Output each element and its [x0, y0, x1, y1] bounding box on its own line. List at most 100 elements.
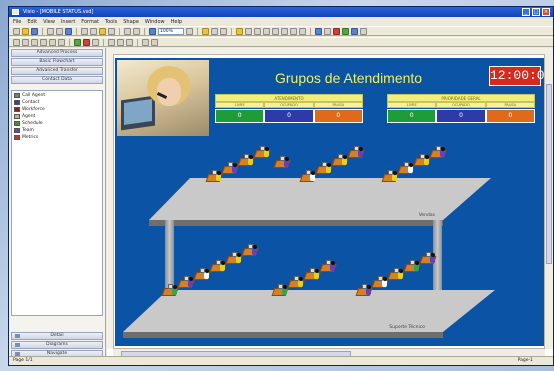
agent-workstation[interactable]	[429, 146, 447, 160]
redo-icon[interactable]	[133, 27, 140, 35]
corner-rounding-icon[interactable]	[151, 38, 158, 46]
maximize-button[interactable]: □	[532, 8, 540, 16]
save-icon[interactable]	[31, 27, 38, 35]
menu-help[interactable]: Help	[171, 19, 182, 25]
refresh-icon[interactable]	[342, 27, 349, 35]
freeform-tool-icon[interactable]	[58, 38, 65, 46]
fill-color-icon[interactable]	[74, 38, 81, 46]
agent-workstation[interactable]	[347, 146, 365, 160]
database-icon[interactable]	[315, 27, 322, 35]
drawing-page[interactable]: Grupos de Atendimento 12:00:00 ATENDIMEN…	[115, 58, 547, 346]
agent-workstation[interactable]	[271, 284, 289, 298]
agent-workstation[interactable]	[403, 260, 421, 274]
agent-workstation[interactable]	[253, 146, 271, 160]
line-tool-icon[interactable]	[13, 38, 20, 46]
agent-workstation[interactable]	[303, 268, 321, 282]
menu-window[interactable]: Window	[145, 19, 165, 25]
agent-workstation[interactable]	[237, 154, 255, 168]
agent-workstation[interactable]	[387, 268, 405, 282]
print-preview-icon[interactable]	[56, 27, 63, 35]
menu-edit[interactable]: Edit	[27, 19, 37, 25]
copy-icon[interactable]	[90, 27, 97, 35]
line-color-icon[interactable]	[83, 38, 90, 46]
connector-tool-icon[interactable]	[202, 27, 209, 35]
distribute-icon[interactable]	[263, 27, 270, 35]
open-icon[interactable]	[22, 27, 29, 35]
agent-workstation[interactable]	[177, 276, 195, 290]
hyperlink-icon[interactable]	[149, 27, 156, 35]
bring-front-icon[interactable]	[290, 27, 297, 35]
agent-workstation[interactable]	[193, 268, 211, 282]
vertical-scrollbar[interactable]	[544, 54, 553, 349]
arc-tool-icon[interactable]	[22, 38, 29, 46]
ungroup-icon[interactable]	[281, 27, 288, 35]
stencil-advanced-process[interactable]: Advanced Process	[11, 49, 103, 57]
print-icon[interactable]	[47, 27, 54, 35]
pointer-tool-icon[interactable]	[211, 27, 218, 35]
agent-workstation[interactable]	[161, 284, 179, 298]
title-bar[interactable]: Visio - [MOBILE STATUS.vsd] _ □ ×	[9, 7, 553, 17]
agent-workstation[interactable]	[209, 260, 227, 274]
align-icon[interactable]	[254, 27, 261, 35]
line-pattern-icon[interactable]	[117, 38, 124, 46]
pencil-tool-icon[interactable]	[31, 38, 38, 46]
agent-workstation[interactable]	[241, 244, 259, 258]
agent-workstation[interactable]	[355, 284, 373, 298]
shape-item[interactable]: Agent	[14, 113, 100, 120]
shape-item[interactable]: Team	[14, 127, 100, 134]
rectangle-tool-icon[interactable]	[40, 38, 47, 46]
undo-icon[interactable]	[124, 27, 131, 35]
shape-item[interactable]: Schedule	[14, 120, 100, 127]
shape-item[interactable]: Call Agent	[14, 92, 100, 99]
group-icon[interactable]	[272, 27, 279, 35]
agent-workstation[interactable]	[315, 162, 333, 176]
ellipse-tool-icon[interactable]	[49, 38, 56, 46]
send-back-icon[interactable]	[299, 27, 306, 35]
agent-workstation[interactable]	[299, 170, 317, 184]
menu-shape[interactable]: Shape	[123, 19, 139, 25]
zoom-select[interactable]: 100%	[158, 27, 184, 35]
stencil-contact-data[interactable]: Contact Data	[11, 76, 103, 84]
section-diagrams[interactable]: Diagrams	[11, 341, 103, 349]
menu-insert[interactable]: Insert	[61, 19, 75, 25]
shadow-icon[interactable]	[142, 38, 149, 46]
agent-workstation[interactable]	[419, 252, 437, 266]
menu-tools[interactable]: Tools	[105, 19, 117, 25]
line-ends-icon[interactable]	[126, 38, 133, 46]
format-painter-icon[interactable]	[108, 27, 115, 35]
text-tool-icon[interactable]	[220, 27, 227, 35]
agent-workstation[interactable]	[287, 276, 305, 290]
layers-icon[interactable]	[245, 27, 252, 35]
close-button[interactable]: ×	[542, 8, 550, 16]
section-detail[interactable]: Detail	[11, 332, 103, 340]
spelling-icon[interactable]	[65, 27, 72, 35]
agent-workstation[interactable]	[413, 154, 431, 168]
menu-view[interactable]: View	[43, 19, 55, 25]
agent-workstation[interactable]	[319, 260, 337, 274]
shape-item[interactable]: Workforce	[14, 106, 100, 113]
agent-workstation[interactable]	[225, 252, 243, 266]
agent-workstation[interactable]	[331, 154, 349, 168]
link-data-icon[interactable]	[351, 27, 358, 35]
new-icon[interactable]	[13, 27, 20, 35]
agent-workstation[interactable]	[273, 156, 291, 170]
menu-format[interactable]: Format	[81, 19, 99, 25]
shapes-icon[interactable]	[236, 27, 243, 35]
stencil-advanced-transfer[interactable]: Advanced Transfer	[11, 67, 103, 75]
font-color-icon[interactable]	[92, 38, 99, 46]
shape-item[interactable]: Metrics	[14, 134, 100, 141]
agent-workstation[interactable]	[205, 170, 223, 184]
macro-icon[interactable]	[333, 27, 340, 35]
agent-workstation[interactable]	[221, 162, 239, 176]
minimize-button[interactable]: _	[522, 8, 530, 16]
menu-file[interactable]: File	[13, 19, 21, 25]
report-icon[interactable]	[324, 27, 331, 35]
line-weight-icon[interactable]	[108, 38, 115, 46]
agent-workstation[interactable]	[397, 162, 415, 176]
options-icon[interactable]	[360, 27, 367, 35]
agent-workstation[interactable]	[381, 170, 399, 184]
stencil-basic-flowchart[interactable]: Basic Flowchart	[11, 58, 103, 66]
paste-icon[interactable]	[99, 27, 106, 35]
cut-icon[interactable]	[81, 27, 88, 35]
help-icon[interactable]	[186, 27, 193, 35]
